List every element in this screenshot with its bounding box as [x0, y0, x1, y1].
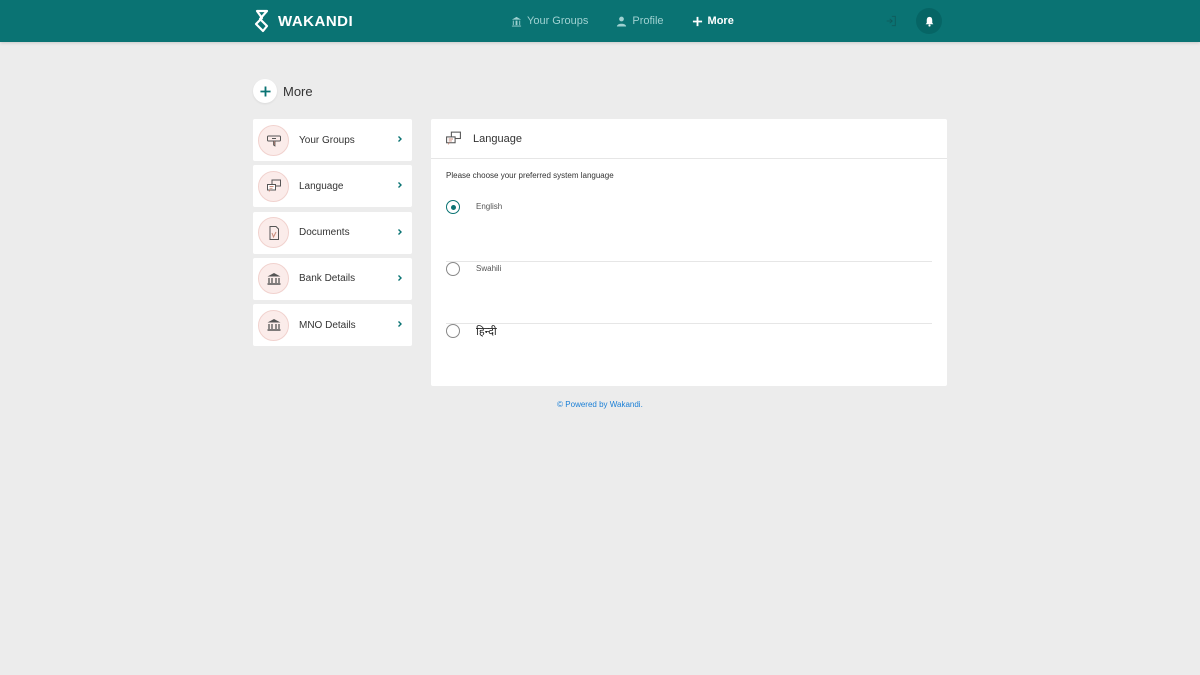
groups-icon-wrap: [258, 124, 289, 156]
top-actions: [884, 8, 942, 34]
user-icon: [617, 16, 627, 27]
more-sidebar: Your Groups Language Documents Bank Deta…: [253, 119, 412, 347]
nav-your-groups[interactable]: Your Groups: [511, 15, 588, 27]
language-option-label: हिन्दी: [476, 326, 497, 338]
bell-icon: [925, 16, 933, 27]
panel-title: Language: [473, 132, 522, 145]
radio-english[interactable]: [446, 200, 460, 214]
more-plus-badge: [253, 79, 277, 103]
bank-icon-wrap: [258, 309, 289, 341]
sidebar-item-label: Bank Details: [299, 273, 356, 285]
language-icon: [266, 179, 281, 193]
chevron-right-icon: [398, 321, 402, 328]
sidebar-item-documents[interactable]: Documents: [253, 211, 412, 254]
language-option-label: Swahili: [476, 264, 502, 273]
nav-more[interactable]: More: [692, 15, 734, 27]
language-panel: Language Please choose your preferred sy…: [431, 119, 947, 386]
footer-credit[interactable]: © Powered by Wakandi.: [0, 400, 1200, 409]
bank-icon-wrap: [258, 263, 289, 295]
nav-profile-label: Profile: [632, 15, 664, 27]
language-icon-wrap: [258, 170, 289, 202]
page-heading: More: [253, 79, 313, 103]
radio-swahili[interactable]: [446, 262, 460, 276]
sidebar-item-language[interactable]: Language: [253, 165, 412, 208]
panel-header: Language: [431, 119, 947, 159]
brand-logo[interactable]: WAKANDI: [253, 9, 353, 33]
main-nav: Your Groups Profile More: [511, 0, 734, 42]
documents-icon: [269, 225, 279, 240]
language-icon: [446, 131, 461, 145]
brand-name: WAKANDI: [278, 12, 354, 30]
notifications-button[interactable]: [916, 8, 942, 34]
nav-profile[interactable]: Profile: [616, 15, 664, 27]
documents-icon-wrap: [258, 217, 289, 249]
language-option-english[interactable]: English: [446, 200, 932, 262]
chevron-right-icon: [398, 182, 402, 189]
sidebar-item-label: Documents: [299, 227, 350, 239]
bank-icon: [267, 319, 280, 331]
chevron-right-icon: [398, 228, 402, 235]
sidebar-item-your-groups[interactable]: Your Groups: [253, 119, 412, 161]
language-option-label: English: [476, 202, 503, 211]
sidebar-item-label: Your Groups: [299, 134, 355, 146]
top-navbar: WAKANDI Your Groups Profile More: [0, 0, 1200, 42]
page-title: More: [283, 83, 313, 99]
sidebar-item-label: MNO Details: [299, 319, 356, 331]
sidebar-item-bank-details[interactable]: Bank Details: [253, 257, 412, 300]
nav-more-label: More: [707, 15, 734, 27]
plus-icon: [692, 16, 702, 26]
groups-icon: [266, 135, 281, 147]
sidebar-item-label: Language: [299, 180, 344, 192]
nav-your-groups-label: Your Groups: [527, 15, 589, 27]
plus-icon: [259, 85, 271, 97]
language-option-hindi[interactable]: हिन्दी: [446, 324, 932, 386]
panel-subtitle: Please choose your preferred system lang…: [446, 171, 614, 180]
radio-hindi[interactable]: [446, 324, 460, 338]
logout-button[interactable]: [884, 14, 898, 28]
language-option-swahili[interactable]: Swahili: [446, 262, 932, 324]
logout-icon: [886, 15, 896, 27]
bank-icon: [267, 272, 280, 285]
chevron-right-icon: [398, 136, 402, 142]
sidebar-item-mno-details[interactable]: MNO Details: [253, 304, 412, 347]
bank-icon: [511, 16, 522, 27]
chevron-right-icon: [398, 274, 402, 281]
wakandi-logo-icon: [254, 9, 269, 33]
